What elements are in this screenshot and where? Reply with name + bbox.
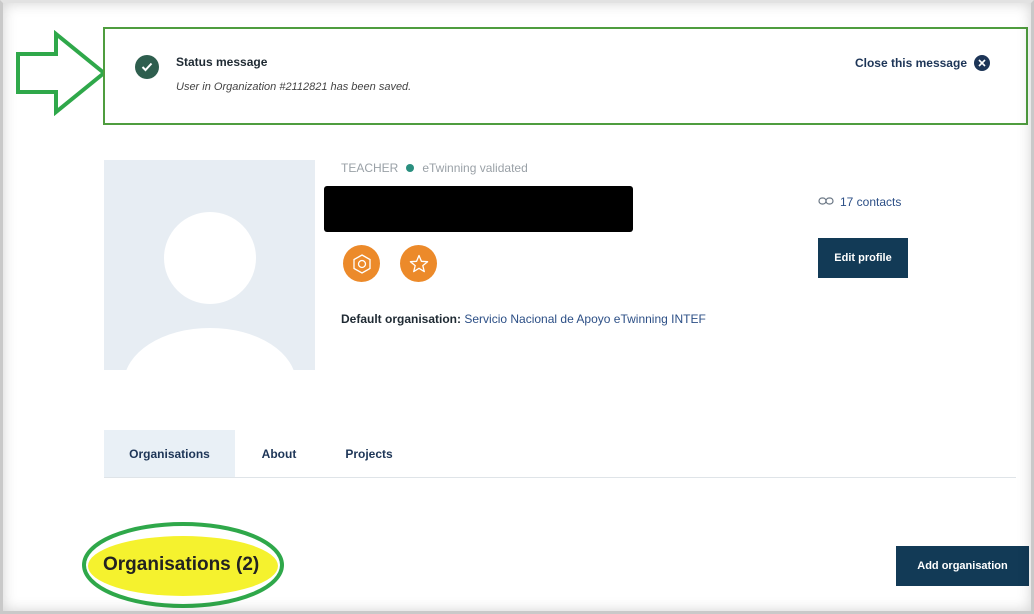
tab-about[interactable]: About [244, 430, 314, 477]
organisations-heading: Organisations (2) [103, 554, 260, 575]
edit-profile-button[interactable]: Edit profile [818, 238, 908, 278]
validation-label: eTwinning validated [422, 161, 528, 175]
close-message-button[interactable]: Close this message [855, 55, 990, 71]
link-icon [818, 195, 834, 209]
default-org-link[interactable]: Servicio Nacional de Apoyo eTwinning INT… [464, 312, 705, 326]
tab-organisations[interactable]: Organisations [104, 430, 235, 477]
status-message: Status message User in Organization #211… [103, 27, 1028, 125]
badge-hexagon-icon[interactable] [343, 245, 380, 282]
contacts-label: 17 contacts [840, 195, 902, 209]
validated-dot-icon [406, 164, 415, 172]
redacted-name [324, 186, 633, 232]
role-label: TEACHER [341, 161, 399, 175]
contacts-link[interactable]: 17 contacts [818, 195, 901, 209]
avatar [104, 160, 315, 370]
tab-projects[interactable]: Projects [329, 430, 409, 477]
default-org-label: Default organisation: [341, 312, 462, 326]
default-organisation: Default organisation: Servicio Nacional … [341, 312, 706, 326]
status-title: Status message [176, 55, 268, 69]
check-circle-icon [135, 55, 159, 79]
annotation-arrow-icon [16, 30, 108, 116]
close-message-label: Close this message [854, 56, 967, 70]
close-icon [974, 55, 990, 71]
status-text: User in Organization #2112821 has been s… [176, 81, 412, 93]
badge-star-icon[interactable] [400, 245, 437, 282]
role-line: TEACHER eTwinning validated [341, 161, 528, 175]
add-organisation-button[interactable]: Add organisation [896, 546, 1029, 586]
profile-tabs: Organisations About Projects [104, 430, 1016, 478]
